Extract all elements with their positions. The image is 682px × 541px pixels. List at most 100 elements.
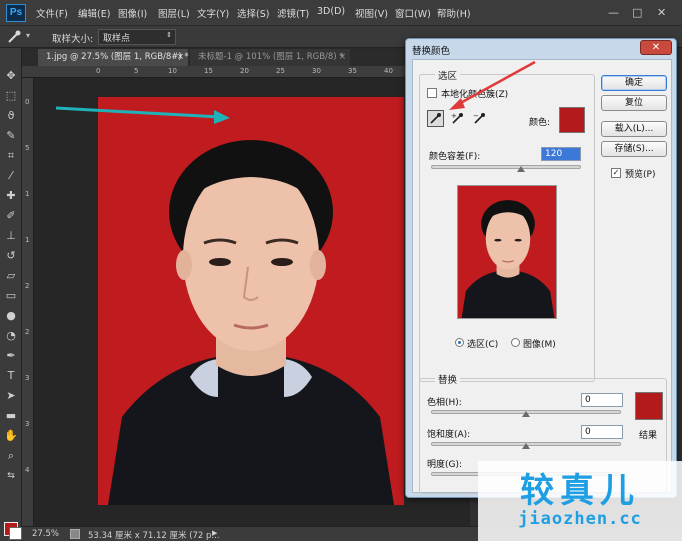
lightness-label: 明度(G):: [427, 460, 463, 470]
dialog-close-button[interactable]: ✕: [640, 40, 672, 55]
play-icon[interactable]: ▶: [212, 529, 217, 537]
status-menu-icon[interactable]: [70, 529, 80, 539]
localized-clusters-checkbox[interactable]: [427, 88, 437, 98]
swap-colors-icon[interactable]: ⇆: [3, 468, 19, 484]
crop-icon[interactable]: ⌗: [3, 148, 19, 164]
path-select-icon[interactable]: ➤: [3, 388, 19, 404]
replace-color-dialog: 替换颜色 ✕ 选区 本地化颜色簇(Z) + − 颜色: 颜色容差(F): 120: [405, 38, 677, 498]
menu-layer[interactable]: 图层(L): [158, 6, 190, 20]
ruler-tick-label: 25: [276, 67, 285, 75]
ruler-tick-label: 5: [25, 144, 30, 152]
radio-selection-label: 选区(C): [467, 340, 499, 350]
load-button[interactable]: 载入(L)...: [601, 121, 667, 137]
history-brush-icon[interactable]: ↺: [3, 248, 19, 264]
result-color-swatch[interactable]: [635, 392, 663, 420]
menu-file[interactable]: 文件(F): [36, 6, 68, 20]
tab-1-jpg[interactable]: 1.jpg @ 27.5% (图层 1, RGB/8#) * ×: [38, 49, 189, 66]
menu-type[interactable]: 文字(Y): [197, 6, 229, 20]
ruler-tick-label: 4: [25, 466, 30, 474]
fuzziness-slider-thumb[interactable]: [517, 166, 525, 172]
toolbox: ✥ ⬚ ϑ ✎ ⌗ ⁄ ✚ ✐ ⊥ ↺ ▱ ▭ ● ◔ ✒ T ➤ ▬ ✋ ⌕ …: [0, 48, 22, 541]
blur-icon[interactable]: ●: [3, 308, 19, 324]
stamp-icon[interactable]: ⊥: [3, 228, 19, 244]
ruler-tick-label: 1: [25, 236, 30, 244]
zoom-icon[interactable]: ⌕: [3, 448, 19, 464]
preview-label: 预览(P): [625, 170, 656, 180]
ok-button[interactable]: 确定: [601, 75, 667, 91]
menu-bar: Ps 文件(F) 编辑(E) 图像(I) 图层(L) 文字(Y) 选择(S) 滤…: [0, 0, 682, 26]
radio-image[interactable]: [511, 338, 520, 347]
preview-portrait: [458, 186, 556, 318]
watermark: 较真儿 jiaozhen.cc: [478, 461, 682, 541]
sample-size-select[interactable]: 取样点 ⇕: [98, 29, 176, 45]
watermark-title: 较真儿: [520, 471, 640, 511]
document-size: 53.34 厘米 x 71.12 厘米 (72 p...: [88, 531, 220, 541]
saturation-slider-thumb[interactable]: [522, 443, 530, 449]
ruler-tick-label: 2: [25, 282, 30, 290]
dodge-icon[interactable]: ◔: [3, 328, 19, 344]
hand-icon[interactable]: ✋: [3, 428, 19, 444]
save-button[interactable]: 存储(S)...: [601, 141, 667, 157]
menu-help[interactable]: 帮助(H): [437, 6, 471, 20]
dialog-title: 替换颜色: [412, 46, 451, 57]
quick-select-icon[interactable]: ✎: [3, 128, 19, 144]
ruler-tick-label: 10: [168, 67, 177, 75]
menu-window[interactable]: 窗口(W): [395, 6, 431, 20]
move-icon[interactable]: ✥: [3, 68, 19, 84]
tab-label: 1.jpg @ 27.5% (图层 1, RGB/8#) *: [46, 52, 189, 62]
sample-size-label: 取样大小:: [52, 34, 94, 45]
replacement-group-label: 替换: [435, 372, 461, 386]
chevron-down-icon[interactable]: ▾: [26, 31, 30, 40]
menu-filter[interactable]: 滤镜(T): [277, 6, 309, 20]
hue-input[interactable]: 0: [581, 393, 623, 407]
eyedropper-icon[interactable]: [427, 110, 444, 127]
marquee-icon[interactable]: ⬚: [3, 88, 19, 104]
menu-select[interactable]: 选择(S): [237, 6, 269, 20]
hue-label: 色相(H):: [427, 398, 462, 408]
pen-icon[interactable]: ✒: [3, 348, 19, 364]
tutorial-arrow-cyan: [55, 106, 230, 124]
tab-untitled-1[interactable]: 未标题-1 @ 101% (图层 1, RGB/8) * ×: [190, 49, 350, 66]
selection-color-swatch[interactable]: [559, 107, 585, 133]
maximize-icon[interactable]: □: [632, 6, 642, 19]
ruler-horizontal: 0 5 10 15 20 25 30 35 40 45: [22, 66, 470, 78]
tab-label: 未标题-1 @ 101% (图层 1, RGB/8) *: [198, 52, 344, 62]
ruler-tick-label: 3: [25, 374, 30, 382]
menu-edit[interactable]: 编辑(E): [78, 6, 110, 20]
shape-icon[interactable]: ▬: [3, 408, 19, 424]
hue-slider-thumb[interactable]: [522, 411, 530, 417]
eyedropper-icon[interactable]: ⁄: [3, 168, 19, 184]
preview-checkbox[interactable]: ✓: [611, 168, 621, 178]
menu-view[interactable]: 视图(V): [355, 6, 388, 20]
ruler-tick-label: 35: [348, 67, 357, 75]
fuzziness-slider[interactable]: [431, 165, 581, 169]
brush-icon[interactable]: ✐: [3, 208, 19, 224]
reset-button[interactable]: 复位: [601, 95, 667, 111]
type-icon[interactable]: T: [3, 368, 19, 384]
gradient-icon[interactable]: ▭: [3, 288, 19, 304]
eraser-icon[interactable]: ▱: [3, 268, 19, 284]
photoshop-logo: Ps: [6, 4, 26, 22]
close-icon[interactable]: ✕: [657, 6, 666, 19]
chevron-down-icon: ⇕: [166, 31, 172, 39]
ruler-tick-label: 5: [134, 67, 139, 75]
ruler-tick-label: 1: [25, 190, 30, 198]
healing-icon[interactable]: ✚: [3, 188, 19, 204]
result-label: 结果: [639, 431, 658, 441]
close-icon[interactable]: ×: [177, 49, 184, 65]
close-icon[interactable]: ×: [339, 49, 346, 65]
lasso-icon[interactable]: ϑ: [3, 108, 19, 124]
ruler-tick-label: 40: [384, 67, 393, 75]
minimize-icon[interactable]: —: [608, 6, 619, 19]
background-color[interactable]: [9, 527, 22, 540]
eyedropper-icon[interactable]: [6, 29, 22, 45]
portrait-photo[interactable]: [98, 97, 404, 505]
sample-size-value: 取样点: [103, 34, 131, 44]
menu-image[interactable]: 图像(I): [118, 6, 147, 20]
zoom-level[interactable]: 27.5%: [32, 529, 59, 539]
saturation-input[interactable]: 0: [581, 425, 623, 439]
ruler-tick-label: 20: [240, 67, 249, 75]
fuzziness-input[interactable]: 120: [541, 147, 581, 161]
radio-selection[interactable]: [455, 338, 464, 347]
menu-3d[interactable]: 3D(D): [317, 6, 345, 17]
